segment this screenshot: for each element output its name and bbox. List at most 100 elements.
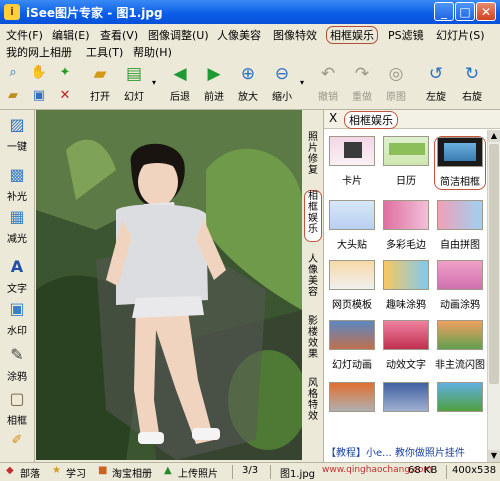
menu-view[interactable]: 查看(V)	[98, 27, 140, 43]
effect-colorful-edge[interactable]: 多彩毛边	[380, 200, 432, 254]
zoom-out-button[interactable]: ⊖ 缩小	[264, 63, 300, 107]
zoom-out-icon: ⊖	[274, 64, 290, 84]
close-button[interactable]: ✕	[476, 2, 496, 21]
animated-doodle-label: 动画涂鸦	[440, 300, 480, 311]
menu-slideshow[interactable]: 幻灯片(S)	[434, 27, 487, 43]
rotate-left-label: 左旋	[426, 92, 446, 103]
card-thumbnail	[329, 136, 375, 166]
zoom-in-label: 放大	[238, 92, 258, 103]
effect-fun-doodle[interactable]: 趣味涂鸦	[380, 260, 432, 314]
flash-image-label: 非主流闪图	[435, 360, 485, 371]
menu-image-effects[interactable]: 图像特效	[271, 27, 319, 43]
scroll-up-icon[interactable]: ▲	[488, 130, 500, 142]
effect-item-14[interactable]	[380, 382, 432, 436]
open-button[interactable]: ▰ 打开	[82, 63, 118, 107]
menu-tools[interactable]: 工具(T)	[84, 44, 125, 60]
effect-calendar[interactable]: 日历	[380, 136, 432, 190]
reduce-light-button[interactable]: ▦ 减光	[1, 206, 33, 245]
menu-file[interactable]: 文件(F)	[4, 27, 45, 43]
tab-style-effects[interactable]: 风格特效	[305, 378, 321, 426]
effect-animated-text[interactable]: 动效文字	[380, 320, 432, 374]
zoom-dropdown-icon[interactable]: ▾	[298, 74, 306, 92]
status-learn[interactable]: 学习	[66, 465, 86, 480]
tab-photo-repair[interactable]: 照片修复	[305, 132, 321, 180]
menu-edit[interactable]: 编辑(E)	[50, 27, 92, 43]
effect-free-collage[interactable]: 自由拼图	[434, 200, 486, 254]
photo-canvas[interactable]	[36, 110, 302, 460]
scroll-down-icon[interactable]: ▼	[488, 450, 500, 462]
effect-photo-sticker[interactable]: 大头贴	[326, 200, 378, 254]
menu-frame-fun[interactable]: 相框娱乐	[326, 26, 378, 44]
status-upload[interactable]: 上传照片	[178, 465, 218, 480]
minimize-button[interactable]: _	[434, 2, 454, 21]
one-click-icon: ▨	[9, 115, 25, 134]
doodle-button[interactable]: ✎ 涂鸦	[1, 344, 33, 383]
undo-button[interactable]: ↶ 撤销	[310, 63, 346, 107]
pen-icon[interactable]: ✐	[8, 432, 26, 450]
effect-animated-doodle[interactable]: 动画涂鸦	[434, 260, 486, 314]
tutorial-link[interactable]: 【教程】小e... 教你做照片挂件	[326, 444, 465, 459]
menu-portrait[interactable]: 人像美容	[215, 27, 263, 43]
panel-close-icon[interactable]: X	[329, 111, 337, 125]
menu-online-album[interactable]: 我的网上相册	[4, 44, 74, 60]
panel-scrollbar[interactable]: ▲ ▼	[487, 130, 500, 462]
menu-image-adjust[interactable]: 图像调整(U)	[146, 27, 211, 43]
photo-sticker-thumbnail	[329, 200, 375, 230]
animated-text-label: 动效文字	[386, 360, 426, 371]
effect-item-15[interactable]	[434, 382, 486, 436]
rotate-left-button[interactable]: ↺ 左旋	[418, 63, 454, 107]
effect-item-13[interactable]	[326, 382, 378, 436]
effect-card[interactable]: 卡片	[326, 136, 378, 190]
simple-frame-thumbnail	[437, 137, 483, 167]
forward-button[interactable]: ▶ 前进	[196, 63, 232, 107]
text-button[interactable]: A 文字	[1, 256, 33, 295]
left-toolbar: ▨ 一键 ▩ 补光 ▦ 减光 A 文字 ▣ 水印 ✎ 涂鸦 ▢ 相框 ✐	[0, 110, 35, 462]
status-divider	[232, 465, 233, 479]
frame-button[interactable]: ▢ 相框	[1, 388, 33, 427]
tab-portrait-beauty[interactable]: 人像美容	[305, 254, 321, 302]
animated-text-thumbnail	[383, 320, 429, 350]
rotate-right-button[interactable]: ↻ 右旋	[454, 63, 490, 107]
rotate-right-label: 右旋	[462, 92, 482, 103]
maximize-button[interactable]: □	[455, 2, 475, 21]
delete-small-icon[interactable]: ✕	[56, 87, 74, 105]
folder-small-icon[interactable]: ▰	[4, 87, 22, 105]
tab-studio-effects[interactable]: 影楼效果	[305, 316, 321, 364]
slideshow-button[interactable]: ▤ 幻灯	[116, 63, 152, 107]
redo-label: 重做	[352, 92, 372, 103]
menu-help[interactable]: 帮助(H)	[131, 44, 174, 60]
flash-image-thumbnail	[437, 320, 483, 350]
one-click-button[interactable]: ▨ 一键	[1, 114, 33, 153]
slideshow-label: 幻灯	[124, 92, 144, 103]
status-taobao-album[interactable]: 淘宝相册	[112, 465, 152, 480]
magic-wand-icon[interactable]: ✦	[56, 64, 74, 82]
folder-open-icon: ▰	[93, 64, 107, 84]
effect-web-template[interactable]: 网页模板	[326, 260, 378, 314]
item-14-thumbnail	[383, 382, 429, 412]
status-tribe[interactable]: 部落	[20, 465, 40, 480]
slideshow-dropdown-icon[interactable]: ▾	[150, 74, 158, 92]
effect-slide-animation[interactable]: 幻灯动画	[326, 320, 378, 374]
effect-simple-frame[interactable]: 简洁相框	[434, 136, 486, 190]
zoom-out-label: 缩小	[272, 92, 292, 103]
text-icon: A	[10, 257, 24, 276]
simple-frame-label: 简洁相框	[440, 177, 480, 188]
window-title: iSee图片专家 - 图1.jpg	[26, 6, 163, 20]
back-button[interactable]: ◀ 后退	[162, 63, 198, 107]
watermark-button[interactable]: ▣ 水印	[1, 298, 33, 337]
tab-frame-fun[interactable]: 相框娱乐	[304, 190, 322, 242]
crop-select-icon[interactable]: ⌕	[4, 64, 22, 82]
tribe-icon: ◆	[6, 465, 14, 476]
category-tabs: 照片修复 相框娱乐 人像美容 影楼效果 风格特效	[303, 110, 324, 462]
effect-flash-image[interactable]: 非主流闪图	[434, 320, 486, 374]
zoom-in-button[interactable]: ⊕ 放大	[230, 63, 266, 107]
save-small-icon[interactable]: ▣	[30, 87, 48, 105]
original-button[interactable]: ◎ 原图	[378, 63, 414, 107]
scroll-thumb[interactable]	[489, 144, 499, 384]
photo-app-icon[interactable]: i	[4, 4, 20, 20]
redo-button[interactable]: ↷ 重做	[344, 63, 380, 107]
fill-light-button[interactable]: ▩ 补光	[1, 164, 33, 203]
hand-tool-icon[interactable]: ✋	[30, 64, 48, 82]
menu-ps-filter[interactable]: PS滤镜	[386, 27, 426, 43]
animated-doodle-thumbnail	[437, 260, 483, 290]
